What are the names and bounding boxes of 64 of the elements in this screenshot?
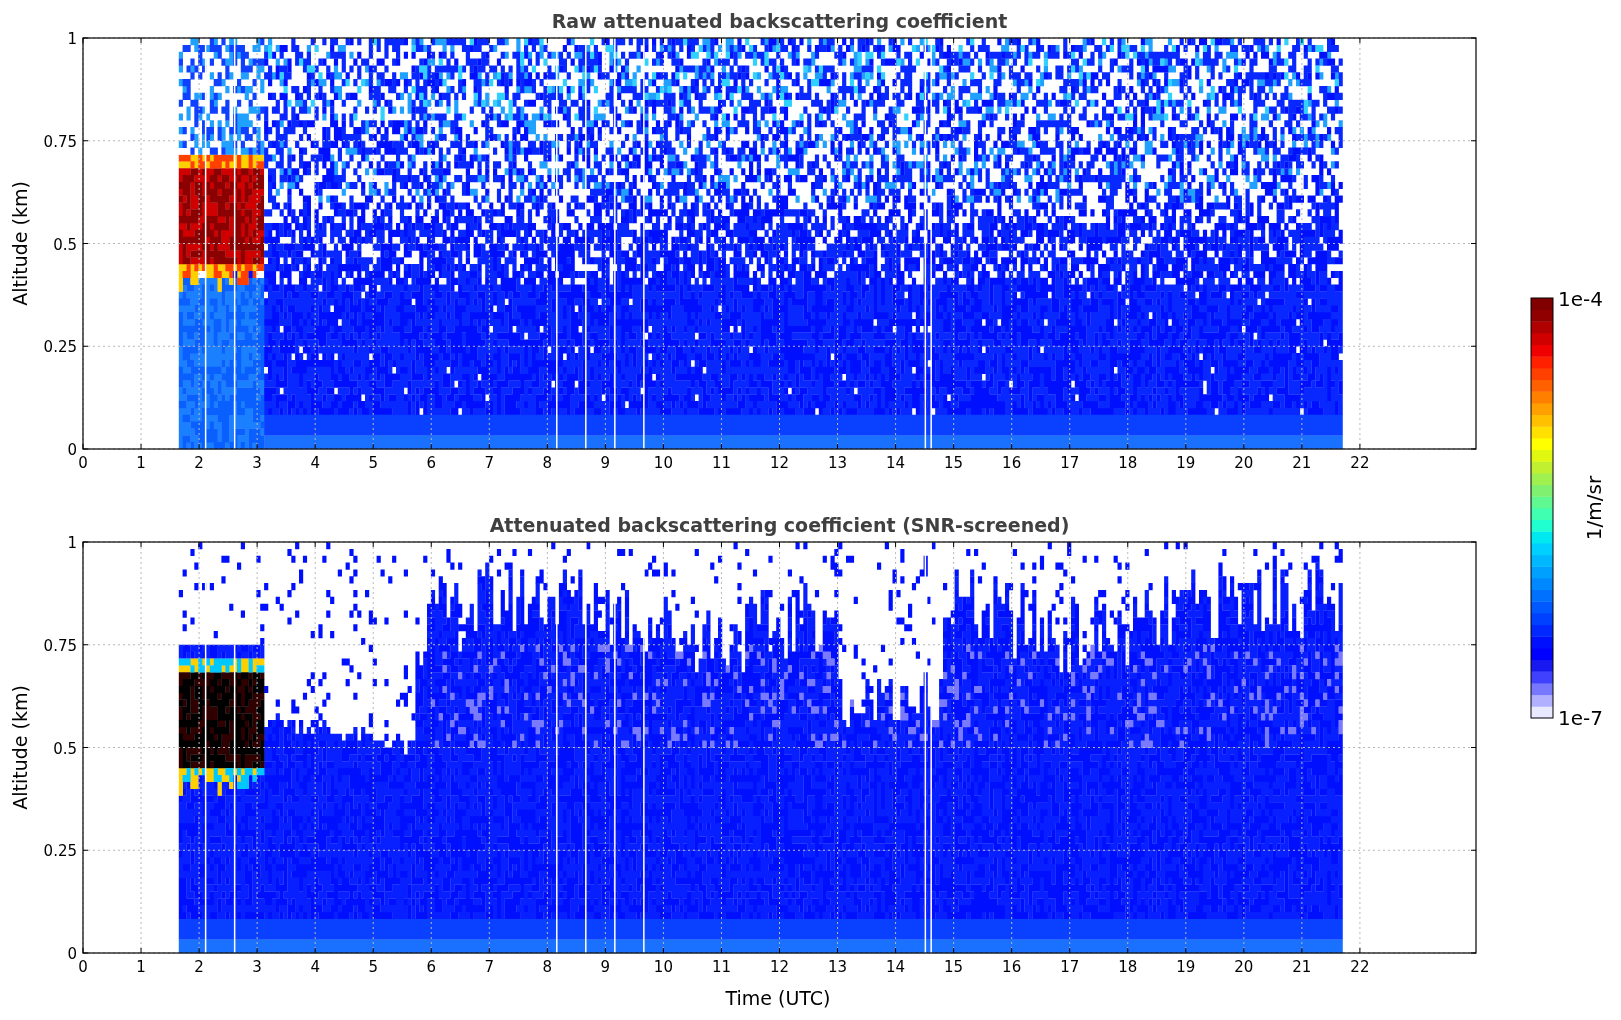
axis-tick-label: 1 (136, 454, 146, 472)
axis-tick-label: 9 (600, 958, 611, 976)
axis-tick-label: 0 (78, 958, 88, 976)
axis-tick-label: 0.25 (43, 338, 77, 357)
axis-tick-label: 12 (769, 958, 790, 976)
colorbar-max-label: 1e-4 (1558, 287, 1603, 311)
axis-tick-label: 1 (67, 30, 77, 48)
axis-tick-label: 4 (310, 454, 320, 472)
axis-tick-label: 0.25 (43, 842, 77, 861)
chart-title: Attenuated backscattering coefficient (SNR-screened) (489, 514, 1070, 536)
axis-tick-label: 0 (67, 945, 77, 963)
axis-label: Time (UTC) (725, 987, 831, 1009)
axis-tick-label: 2 (194, 454, 204, 472)
axis-tick-label: 16 (1002, 958, 1022, 976)
axis-tick-label: 7 (484, 958, 495, 976)
axis-label: Altitude (km) (9, 181, 31, 306)
axis-tick-label: 21 (1292, 958, 1312, 976)
axis-tick-label: 14 (886, 958, 906, 976)
axis-tick-label: 20 (1234, 958, 1254, 976)
axis-tick-label: 20 (1234, 454, 1254, 472)
axis-tick-label: 22 (1350, 958, 1370, 976)
axis-tick-label: 22 (1350, 454, 1370, 472)
axis-tick-label: 3 (252, 958, 262, 976)
axis-tick-label: 19 (1176, 958, 1196, 976)
chart-title: Raw attenuated backscattering coefficient (551, 10, 1008, 32)
colorbar-unit-label: 1/m/sr (1582, 475, 1606, 541)
axis-tick-label: 10 (653, 454, 673, 472)
axis-tick-label: 1 (136, 958, 146, 976)
axis-tick-label: 0.75 (43, 132, 77, 151)
axis-tick-label: 0.5 (53, 235, 77, 254)
axis-tick-label: 5 (368, 958, 378, 976)
axis-tick-label: 17 (1060, 454, 1080, 472)
axis-tick-label: 5 (368, 454, 378, 472)
axis-tick-label: 14 (886, 454, 906, 472)
axis-tick-label: 9 (600, 454, 611, 472)
axis-tick-label: 2 (194, 958, 204, 976)
axis-tick-label: 3 (252, 454, 262, 472)
axis-tick-label: 10 (653, 958, 673, 976)
axis-tick-label: 11 (711, 454, 731, 472)
axis-tick-label: 18 (1118, 958, 1138, 976)
axis-tick-label: 6 (426, 454, 436, 472)
axis-tick-label: 16 (1002, 454, 1022, 472)
axis-tick-label: 6 (426, 958, 436, 976)
axis-tick-label: 1 (67, 534, 77, 552)
axis-tick-label: 13 (828, 958, 848, 976)
axis-tick-label: 17 (1060, 958, 1080, 976)
axis-tick-label: 15 (944, 958, 964, 976)
axis-tick-label: 0 (78, 454, 88, 472)
axis-tick-label: 12 (769, 454, 790, 472)
axis-tick-label: 11 (711, 958, 731, 976)
axis-tick-label: 8 (542, 454, 553, 472)
axis-tick-label: 19 (1176, 454, 1196, 472)
colorbar-min-label: 1e-7 (1558, 706, 1603, 730)
axis-tick-label: 8 (542, 958, 553, 976)
axis-label: Altitude (km) (9, 685, 31, 810)
axis-tick-label: 7 (484, 454, 495, 472)
axis-tick-label: 4 (310, 958, 320, 976)
axis-tick-label: 13 (828, 454, 848, 472)
axis-tick-label: 0.75 (43, 636, 77, 655)
axis-tick-label: 15 (944, 454, 964, 472)
axis-tick-label: 21 (1292, 454, 1312, 472)
axis-tick-label: 0 (67, 441, 77, 459)
axis-tick-label: 0.5 (53, 739, 77, 758)
axis-tick-label: 18 (1118, 454, 1138, 472)
